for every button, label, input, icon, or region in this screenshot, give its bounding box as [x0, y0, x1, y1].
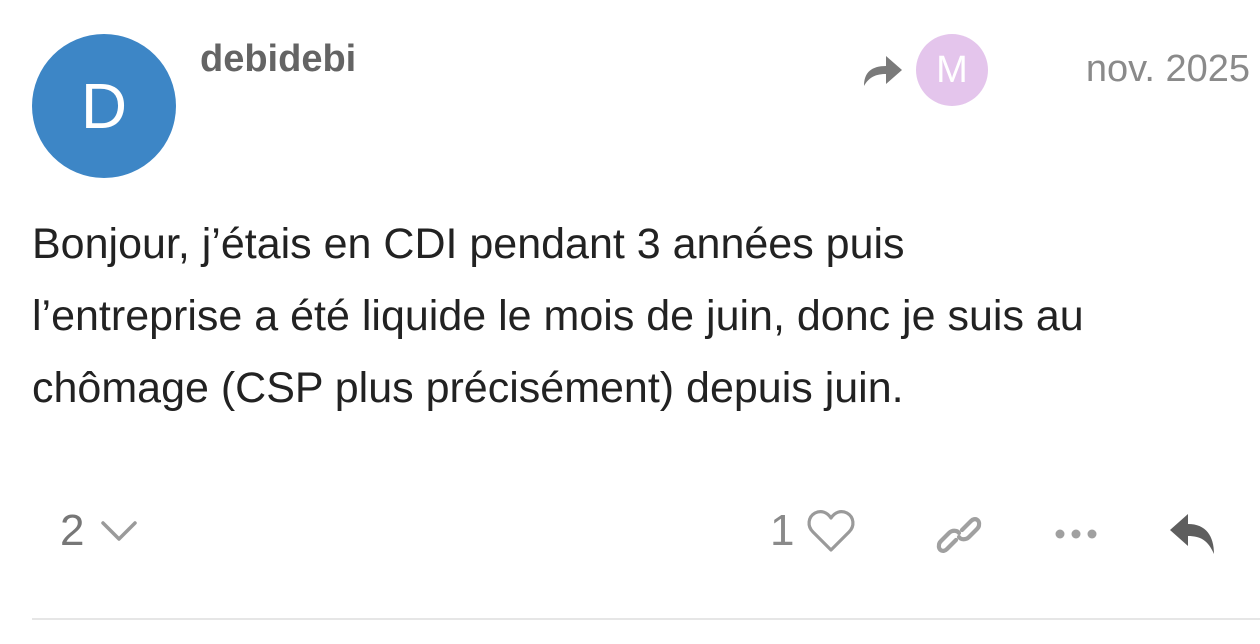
post-body-line: chômage (CSP plus précisément) depuis ju…: [32, 364, 904, 412]
reply-to-avatar-letter: M: [936, 48, 968, 91]
show-replies-button[interactable]: 2: [60, 506, 138, 556]
likes-count: 1: [770, 506, 795, 555]
replies-count: 2: [60, 506, 85, 555]
share-arrow-icon: [864, 56, 902, 86]
reply-to-avatar[interactable]: M: [916, 34, 988, 106]
post-divider: [32, 618, 1260, 620]
author-avatar-letter: D: [80, 70, 128, 142]
reply-icon[interactable]: [1166, 510, 1222, 558]
chevron-down-icon: [101, 521, 138, 541]
author-username[interactable]: debidebi: [200, 38, 356, 81]
post-body-line: Bonjour, j’étais en CDI pendant 3 années…: [32, 220, 905, 268]
post-body: Bonjour, j’étais en CDI pendant 3 années…: [32, 208, 1232, 424]
more-icon[interactable]: [1052, 520, 1100, 548]
author-avatar[interactable]: D: [32, 34, 176, 178]
post-body-line: l’entreprise a été liquide le mois de ju…: [32, 292, 1084, 340]
link-icon[interactable]: [934, 512, 984, 558]
like-button[interactable]: 1: [770, 506, 856, 556]
heart-icon: [808, 510, 855, 552]
post-date[interactable]: nov. 2025: [1086, 48, 1250, 91]
